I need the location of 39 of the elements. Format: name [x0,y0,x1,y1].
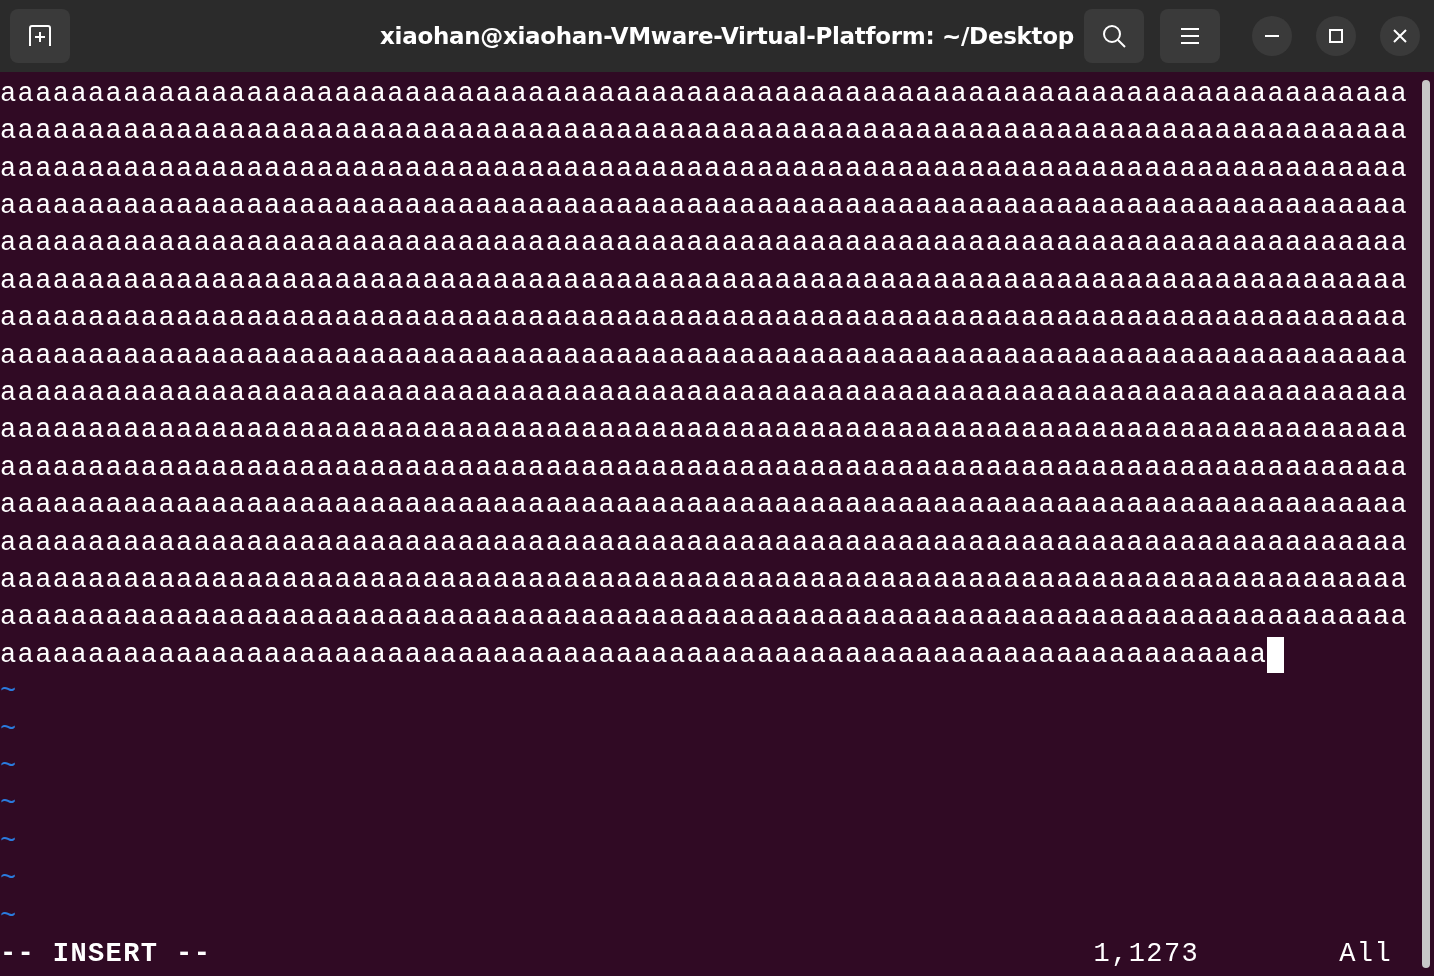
text-line: aaaaaaaaaaaaaaaaaaaaaaaaaaaaaaaaaaaaaaaaaaaaaaaaaaaaaaaaaaaaaaaaaaaaaaaaaaaaaaaa [0,489,1409,523]
text-line: aaaaaaaaaaaaaaaaaaaaaaaaaaaaaaaaaaaaaaaaaaaaaaaaaaaaaaaaaaaaaaaaaaaaaaaaaaaaaaaa [0,152,1409,186]
maximize-button[interactable] [1316,15,1356,56]
empty-line-marker: ~ [0,788,18,822]
empty-line-marker: ~ [0,713,18,747]
search-button[interactable] [1084,8,1144,63]
close-button[interactable] [1380,15,1420,56]
minimize-icon [1265,33,1279,38]
maximize-icon [1329,28,1343,43]
text-line: aaaaaaaaaaaaaaaaaaaaaaaaaaaaaaaaaaaaaaaaaaaaaaaaaaaaaaaaaaaaaaaaaaaaaaaaaaaaaaaa [0,339,1409,373]
empty-line-marker: ~ [0,900,18,934]
text-line: aaaaaaaaaaaaaaaaaaaaaaaaaaaaaaaaaaaaaaaaaaaaaaaaaaaaaaaaaaaaaaaaaaaaaaaaaaaaaaaa [0,526,1409,560]
text-line: aaaaaaaaaaaaaaaaaaaaaaaaaaaaaaaaaaaaaaaaaaaaaaaaaaaaaaaaaaaaaaaaaaaaaaaaaaaaaaaa [0,115,1409,149]
text-line: aaaaaaaaaaaaaaaaaaaaaaaaaaaaaaaaaaaaaaaaaaaaaaaaaaaaaaaaaaaaaaaaaaaaaaaa [0,638,1268,672]
search-icon [1101,22,1127,49]
close-icon [1393,28,1407,43]
new-tab-button[interactable] [10,8,70,63]
text-line: aaaaaaaaaaaaaaaaaaaaaaaaaaaaaaaaaaaaaaaaaaaaaaaaaaaaaaaaaaaaaaaaaaaaaaaaaaaaaaaa [0,377,1409,411]
empty-line-marker: ~ [0,676,18,710]
window-title: xiaohan@xiaohan-VMware-Virtual-Platform: ~/Desktop [380,21,1074,51]
empty-line-marker: ~ [0,750,18,784]
empty-line-marker: ~ [0,863,18,897]
empty-line-marker: ~ [0,825,18,859]
text-line: aaaaaaaaaaaaaaaaaaaaaaaaaaaaaaaaaaaaaaaaaaaaaaaaaaaaaaaaaaaaaaaaaaaaaaaaaaaaaaaa [0,451,1409,485]
text-line: aaaaaaaaaaaaaaaaaaaaaaaaaaaaaaaaaaaaaaaaaaaaaaaaaaaaaaaaaaaaaaaaaaaaaaaaaaaaaaaa [0,77,1409,111]
scrollbar-thumb[interactable] [1422,79,1430,968]
text-line: aaaaaaaaaaaaaaaaaaaaaaaaaaaaaaaaaaaaaaaaaaaaaaaaaaaaaaaaaaaaaaaaaaaaaaaaaaaaaaaa [0,601,1409,635]
new-tab-icon [27,23,53,48]
mode-indicator: -- INSERT -- [0,937,212,971]
text-line: aaaaaaaaaaaaaaaaaaaaaaaaaaaaaaaaaaaaaaaaaaaaaaaaaaaaaaaaaaaaaaaaaaaaaaaaaaaaaaaa [0,302,1409,336]
text-line: aaaaaaaaaaaaaaaaaaaaaaaaaaaaaaaaaaaaaaaaaaaaaaaaaaaaaaaaaaaaaaaaaaaaaaaaaaaaaaaa [0,564,1409,597]
menu-icon [1180,26,1200,45]
text-line: aaaaaaaaaaaaaaaaaaaaaaaaaaaaaaaaaaaaaaaaaaaaaaaaaaaaaaaaaaaaaaaaaaaaaaaaaaaaaaaa [0,227,1409,261]
text-line: aaaaaaaaaaaaaaaaaaaaaaaaaaaaaaaaaaaaaaaaaaaaaaaaaaaaaaaaaaaaaaaaaaaaaaaaaaaaaaaa [0,190,1409,224]
scroll-indicator: All [1339,937,1392,971]
text-line: aaaaaaaaaaaaaaaaaaaaaaaaaaaaaaaaaaaaaaaaaaaaaaaaaaaaaaaaaaaaaaaaaaaaaaaaaaaaaaaa [0,264,1409,298]
menu-button[interactable] [1160,8,1220,63]
text-line: aaaaaaaaaaaaaaaaaaaaaaaaaaaaaaaaaaaaaaaaaaaaaaaaaaaaaaaaaaaaaaaaaaaaaaaaaaaaaaaa [0,414,1409,448]
cursor-position: 1,1273 [1093,937,1200,971]
